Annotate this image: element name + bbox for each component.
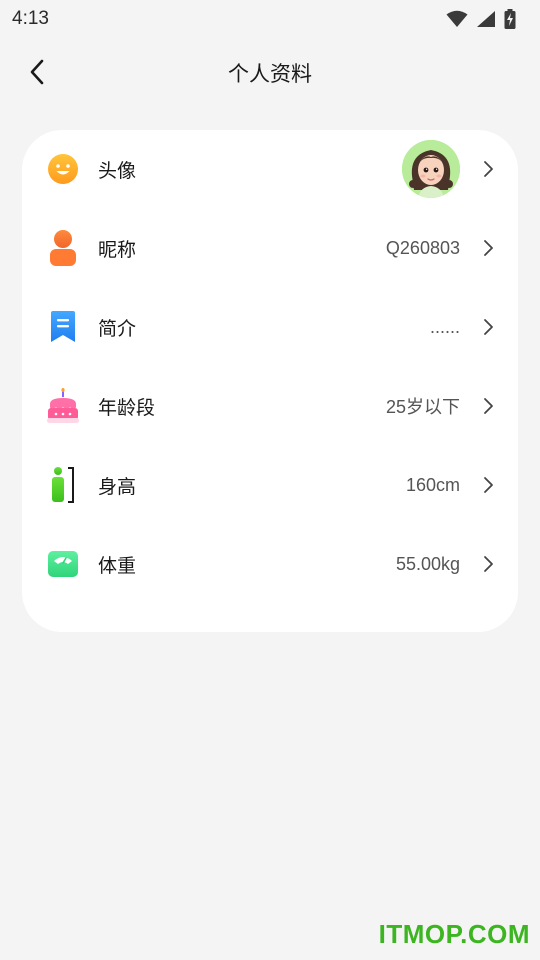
weight-value: 55.00kg: [395, 553, 460, 574]
bio-value: ......: [429, 316, 460, 337]
avatar[interactable]: [402, 140, 460, 198]
row-label-height: 身高: [98, 475, 137, 498]
header: 个人资料: [0, 40, 540, 104]
height-row[interactable]: 身高 160cm: [22, 450, 518, 520]
weighing-scale-icon: [46, 544, 80, 584]
age-value: 25岁以下: [385, 397, 460, 417]
signal-icon: [477, 11, 495, 27]
avatar-row[interactable]: 头像: [22, 134, 518, 204]
page-title: 个人资料: [228, 62, 312, 86]
battery-charging-icon: [504, 9, 516, 29]
chevron-right-icon: [480, 159, 496, 179]
nickname-row[interactable]: 昵称 Q260803: [22, 213, 518, 283]
row-label-avatar: 头像: [98, 159, 137, 182]
chevron-right-icon: [480, 396, 496, 416]
height-value: 160cm: [405, 474, 460, 495]
birthday-cake-icon: [46, 386, 80, 426]
watermark: ITMOP.COM: [378, 919, 530, 949]
row-label-nickname: 昵称: [98, 238, 137, 261]
chevron-right-icon: [480, 238, 496, 258]
row-label-age: 年龄段: [98, 396, 156, 419]
smiley-face-icon: [46, 149, 80, 189]
profile-card: 头像 昵称 Q260803 简介 ...... 年龄段 25岁以下 身高 160…: [22, 130, 518, 632]
wifi-icon: [446, 10, 468, 27]
status-time: 4:13: [12, 8, 49, 29]
weight-row[interactable]: 体重 55.00kg: [22, 529, 518, 599]
status-bar: 4:13: [0, 0, 540, 38]
row-label-weight: 体重: [98, 554, 137, 577]
height-measure-icon: [46, 465, 80, 505]
person-icon: [46, 228, 80, 268]
row-label-bio: 简介: [98, 317, 137, 340]
bookmark-note-icon: [46, 307, 80, 347]
chevron-right-icon: [480, 554, 496, 574]
nickname-value: Q260803: [385, 237, 460, 258]
age-row[interactable]: 年龄段 25岁以下: [22, 371, 518, 441]
status-icons: [446, 9, 516, 29]
chevron-right-icon: [480, 475, 496, 495]
bio-row[interactable]: 简介 ......: [22, 292, 518, 362]
chevron-right-icon: [480, 317, 496, 337]
